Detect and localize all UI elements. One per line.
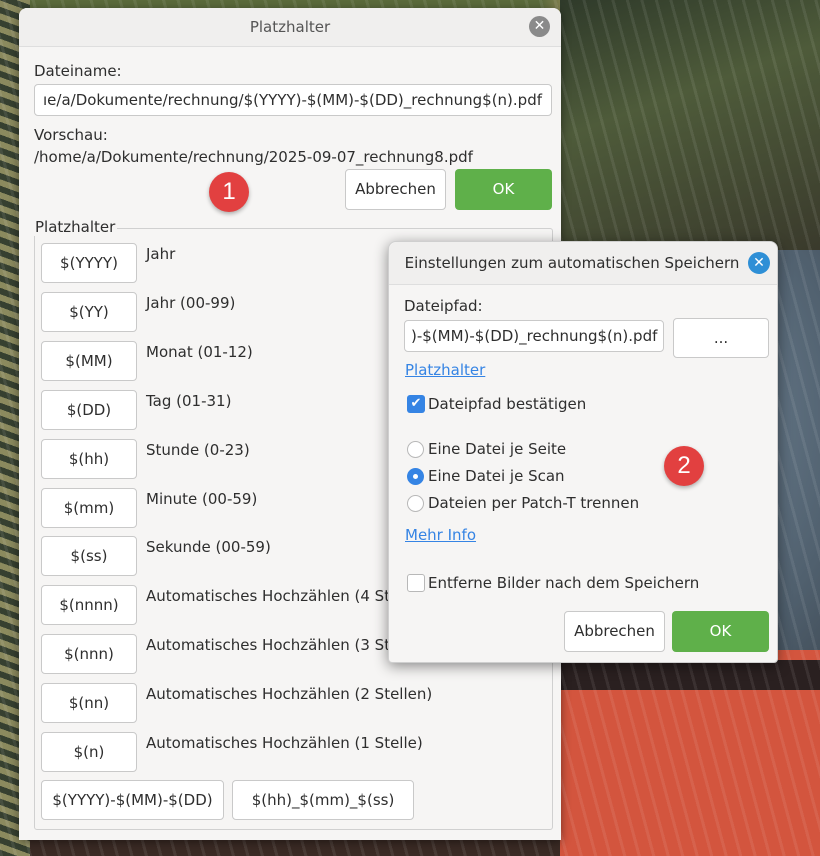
placeholder-token-button[interactable]: $(hh) (41, 439, 137, 479)
placeholder-description: Automatisches Hochzählen (1 Stelle) (146, 734, 423, 752)
close-icon[interactable]: ✕ (529, 16, 550, 37)
browse-button[interactable]: ... (673, 318, 769, 358)
confirm-path-label: Dateipfad bestätigen (428, 395, 587, 413)
placeholder-token-button[interactable]: $(n) (41, 732, 137, 772)
placeholder-description: Tag (01-31) (146, 392, 232, 410)
ok-button[interactable]: OK (672, 611, 769, 652)
preview-value: /home/a/Dokumente/rechnung/2025-09-07_re… (34, 148, 473, 166)
annotation-badge-1: 1 (209, 172, 249, 212)
cancel-button[interactable]: Abbrechen (564, 611, 665, 652)
autosave-settings-dialog: Einstellungen zum automatischen Speicher… (388, 241, 778, 663)
path-input[interactable]: )-$(MM)-$(DD)_rechnung$(n).pdf (404, 320, 664, 352)
placeholder-token-button[interactable]: $(YY) (41, 292, 137, 332)
placeholder-token-button[interactable]: $(DD) (41, 390, 137, 430)
placeholder-token-button[interactable]: $(nn) (41, 683, 137, 723)
placeholder-token-button[interactable]: $(nnnn) (41, 585, 137, 625)
radio-label-per-scan: Eine Datei je Scan (428, 467, 565, 485)
insert-date-combo-button[interactable]: $(YYYY)-$(MM)-$(DD) (41, 780, 224, 820)
placeholder-token-button[interactable]: $(ss) (41, 536, 137, 576)
cancel-button[interactable]: Abbrechen (345, 169, 446, 210)
radio-one-file-per-scan[interactable] (407, 468, 424, 485)
confirm-path-checkbox[interactable]: ✔ (407, 395, 425, 413)
ok-button[interactable]: OK (455, 169, 552, 210)
more-info-link[interactable]: Mehr Info (405, 526, 476, 544)
placeholder-description: Minute (00-59) (146, 490, 258, 508)
close-icon[interactable]: ✕ (748, 252, 770, 274)
insert-time-combo-button[interactable]: $(hh)_$(mm)_$(ss) (232, 780, 414, 820)
radio-one-file-per-page[interactable] (407, 441, 424, 458)
annotation-badge-2: 2 (664, 446, 704, 486)
placeholder-description: Stunde (0-23) (146, 441, 250, 459)
path-label: Dateipfad: (404, 297, 483, 315)
placeholder-token-button[interactable]: $(MM) (41, 341, 137, 381)
filename-label: Dateiname: (34, 62, 122, 80)
preview-label: Vorschau: (34, 126, 108, 144)
placeholder-description: Jahr (146, 245, 176, 263)
placeholder-description: Automatisches Hochzählen (2 Stellen) (146, 685, 433, 703)
remove-images-checkbox[interactable] (407, 574, 425, 592)
radio-label-per-page: Eine Datei je Seite (428, 440, 567, 458)
filename-input[interactable]: ıe/a/Dokumente/rechnung/$(YYYY)-$(MM)-$(… (34, 84, 552, 116)
placeholder-description: Monat (01-12) (146, 343, 253, 361)
radio-split-patch-t[interactable] (407, 495, 424, 512)
dialog-titlebar: Platzhalter ✕ (19, 8, 561, 47)
placeholder-description: Sekunde (00-59) (146, 538, 271, 556)
placeholder-description: Jahr (00-99) (146, 294, 236, 312)
placeholder-token-button[interactable]: $(mm) (41, 488, 137, 528)
placeholder-link[interactable]: Platzhalter (405, 361, 485, 379)
placeholder-token-button[interactable]: $(YYYY) (41, 243, 137, 283)
placeholder-section-title: Platzhalter (33, 218, 118, 236)
remove-images-label: Entferne Bilder nach dem Speichern (428, 574, 700, 592)
dialog-title: Platzhalter (249, 18, 331, 36)
autosave-titlebar: Einstellungen zum automatischen Speicher… (389, 242, 777, 285)
placeholder-token-button[interactable]: $(nnn) (41, 634, 137, 674)
autosave-title: Einstellungen zum automatischen Speicher… (404, 254, 740, 272)
radio-label-patch-t: Dateien per Patch-T trennen (428, 494, 640, 512)
